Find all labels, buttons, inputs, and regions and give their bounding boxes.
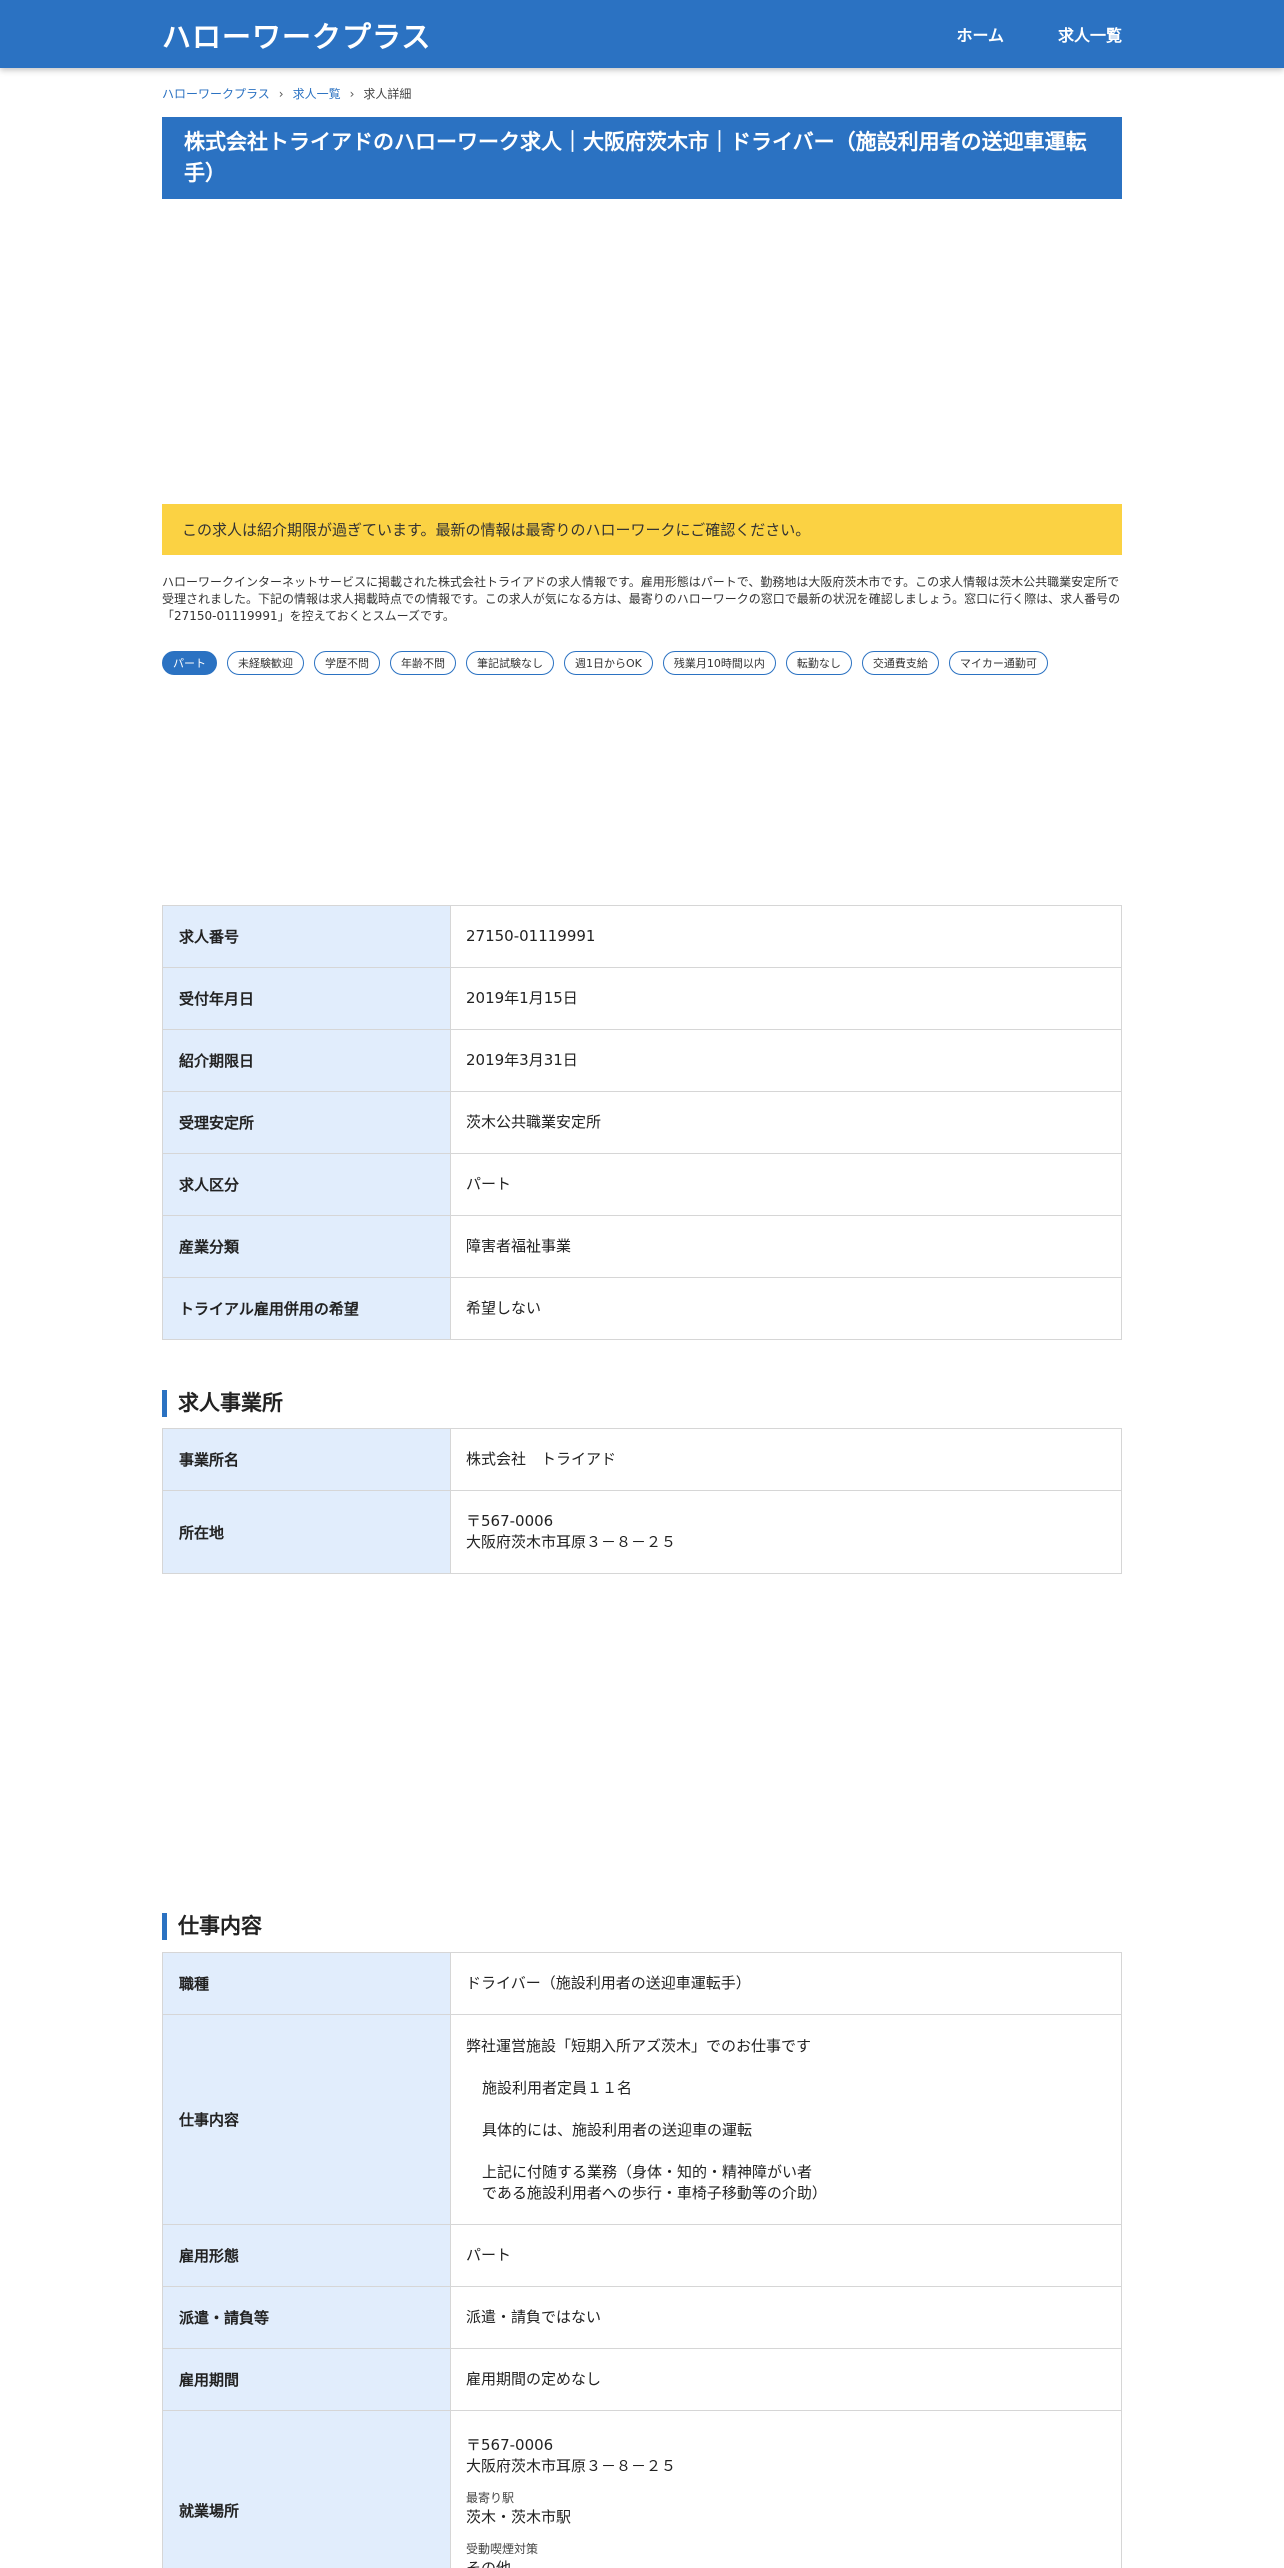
row-value: パート [450,1153,1122,1216]
site-header: ハローワークプラス ホーム 求人一覧 [0,0,1284,68]
dispatch-value: 派遣・請負ではない [450,2286,1122,2349]
row-label: 求人区分 [162,1153,451,1216]
row-value: 茨木公共職業安定所 [450,1091,1122,1154]
tag-part-time[interactable]: パート [162,651,217,675]
table-row: 受付年月日 2019年1月15日 [162,967,1122,1030]
breadcrumb-current: 求人詳細 [363,87,412,101]
row-label: トライアル雇用併用の希望 [162,1277,451,1340]
job-content-line: 弊社運営施設「短期入所アズ茨木」でのお仕事です [466,2036,812,2055]
job-content-cell: 弊社運営施設「短期入所アズ茨木」でのお仕事です 施設利用者定員１１名 具体的には… [450,2014,1122,2225]
row-label: 受理安定所 [162,1091,451,1154]
tag-transport-paid[interactable]: 交通費支給 [861,651,939,675]
job-content-line: 上記に付随する業務（身体・知的・精神障がい者 [482,2162,813,2181]
breadcrumb-home-link[interactable]: ハローワークプラス [162,85,270,102]
row-label: 事業所名 [162,1428,451,1491]
table-row: 雇用期間 雇用期間の定めなし [162,2348,1122,2411]
tag-any-age[interactable]: 年齢不問 [390,651,456,675]
row-value: 障害者福祉事業 [450,1215,1122,1278]
row-label: 産業分類 [162,1215,451,1278]
row-value: 2019年1月15日 [450,967,1122,1030]
row-label: 仕事内容 [162,2014,451,2225]
office-name-value: 株式会社 トライアド [450,1428,1122,1491]
row-label: 職種 [162,1952,451,2015]
expired-notice: この求人は紹介期限が過ぎています。最新の情報は最寄りのハローワークにご確認くださ… [162,504,1122,555]
row-label: 求人番号 [162,905,451,968]
table-row: 産業分類 障害者福祉事業 [162,1215,1122,1278]
tag-low-overtime[interactable]: 残業月10時間以内 [662,651,776,675]
table-row: 仕事内容 弊社運営施設「短期入所アズ茨木」でのお仕事です 施設利用者定員１１名 … [162,2014,1122,2225]
breadcrumb-job-list-link[interactable]: 求人一覧 [293,85,341,102]
office-address-cell: 〒567-0006 大阪府茨木市耳原３－８－２５ [450,1490,1122,1574]
row-label: 紹介期限日 [162,1029,451,1092]
table-row: 紹介期限日 2019年3月31日 [162,1029,1122,1092]
job-section-title: 仕事内容 [162,1913,262,1940]
office-info-table: 事業所名 株式会社 トライアド 所在地 〒567-0006 大阪府茨木市耳原３－… [162,1428,1122,1574]
occupation-value: ドライバー（施設利用者の送迎車運転手） [450,1952,1122,2015]
table-row: 就業場所 〒567-0006 大阪府茨木市耳原３－８－２５ 最寄り駅 茨木・茨木… [162,2410,1122,2568]
row-value: 希望しない [450,1277,1122,1340]
smoking-label: 受動喫煙対策 [466,2542,539,2556]
job-description-summary: ハローワークインターネットサービスに掲載された株式会社トライアドの求人情報です。… [162,575,1121,623]
office-section-title: 求人事業所 [162,1390,283,1417]
table-row: 派遣・請負等 派遣・請負ではない [162,2286,1122,2349]
tag-no-written-test[interactable]: 筆記試験なし [466,651,554,675]
job-info-table: 職種 ドライバー（施設利用者の送迎車運転手） 仕事内容 弊社運営施設「短期入所ア… [162,1952,1122,2568]
table-row: 雇用形態 パート [162,2224,1122,2287]
row-value: 2019年3月31日 [450,1029,1122,1092]
job-content-line: 施設利用者定員１１名 [482,2078,633,2097]
row-label: 雇用期間 [162,2348,451,2411]
job-content-line: 具体的には、施設利用者の送迎車の運転 [482,2120,753,2139]
main-nav: ホーム 求人一覧 [956,22,1122,46]
table-row: 求人番号 27150-01119991 [162,905,1122,968]
address-text: 大阪府茨木市耳原３－８－２５ [466,1533,677,1551]
period-value: 雇用期間の定めなし [450,2348,1122,2411]
table-row: 求人区分 パート [162,1153,1122,1216]
address-text: 大阪府茨木市耳原３－８－２５ [466,2457,677,2475]
row-value: 27150-01119991 [450,905,1122,968]
row-label: 派遣・請負等 [162,2286,451,2349]
tag-no-experience[interactable]: 未経験歓迎 [227,651,304,675]
station-value: 茨木・茨木市駅 [466,2508,572,2526]
postal-code: 〒567-0006 [466,1512,554,1530]
table-row: トライアル雇用併用の希望 希望しない [162,1277,1122,1340]
nav-home-link[interactable]: ホーム [956,22,1004,46]
row-label: 所在地 [162,1490,451,1574]
tag-car-commute[interactable]: マイカー通勤可 [948,651,1048,675]
tag-one-day-week[interactable]: 週1日からOK [564,651,653,675]
row-label: 就業場所 [162,2410,451,2568]
breadcrumb: ハローワークプラス › 求人一覧 › 求人詳細 [162,85,411,102]
tag-any-education[interactable]: 学歴不問 [314,651,380,675]
workplace-cell: 〒567-0006 大阪府茨木市耳原３－８－２５ 最寄り駅 茨木・茨木市駅 受動… [450,2410,1122,2568]
table-row: 職種 ドライバー（施設利用者の送迎車運転手） [162,1952,1122,2015]
table-row: 所在地 〒567-0006 大阪府茨木市耳原３－８－２５ [162,1490,1122,1574]
row-label: 受付年月日 [162,967,451,1030]
page-title: 株式会社トライアドのハローワーク求人｜大阪府茨木市｜ドライバー（施設利用者の送迎… [162,117,1122,199]
employment-value: パート [450,2224,1122,2287]
table-row: 受理安定所 茨木公共職業安定所 [162,1091,1122,1154]
row-label: 雇用形態 [162,2224,451,2287]
job-content-line: である施設利用者への歩行・車椅子移動等の介助） [482,2183,827,2202]
chevron-right-icon: › [349,86,355,101]
table-row: 事業所名 株式会社 トライアド [162,1428,1122,1491]
chevron-right-icon: › [278,86,284,101]
basic-info-table: 求人番号 27150-01119991 受付年月日 2019年1月15日 紹介期… [162,905,1122,1340]
station-label: 最寄り駅 [466,2491,515,2505]
postal-code: 〒567-0006 [466,2436,554,2454]
brand-logo[interactable]: ハローワークプラス [162,14,431,56]
smoking-value: その他 [466,2559,512,2568]
tag-no-relocation[interactable]: 転勤なし [785,651,852,675]
nav-job-list-link[interactable]: 求人一覧 [1058,22,1122,46]
feature-tags: パート 未経験歓迎 学歴不問 年齢不問 筆記試験なし 週1日からOK 残業月10… [162,651,1122,675]
